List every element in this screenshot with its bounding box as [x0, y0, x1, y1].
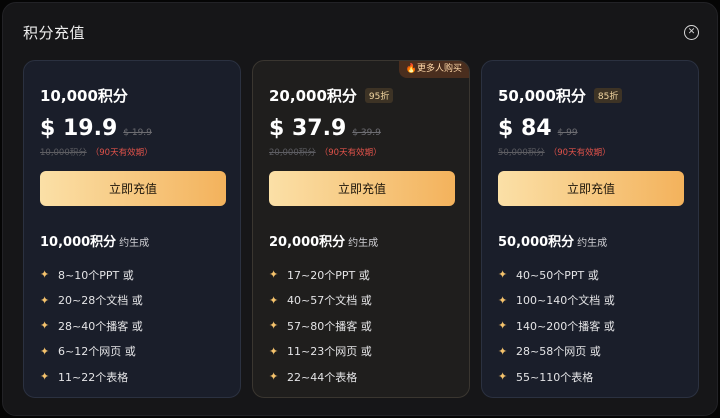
- plan-points-title: 50,000积分: [498, 87, 586, 105]
- recharge-dialog: 积分充值 ✕ 10,000积分 $ 19.9 $ 19.9 10,000积分 （…: [2, 2, 718, 416]
- feature-item: ✦ 28~40个播客 或: [40, 313, 143, 339]
- sparkle-icon: ✦: [40, 319, 50, 333]
- gen-points: 20,000积分: [269, 235, 346, 250]
- gen-suffix: 约生成: [577, 238, 608, 249]
- price-row: $ 19.9 $ 19.9: [40, 116, 152, 141]
- feature-item: ✦ 40~50个PPT 或: [498, 262, 615, 288]
- discount-badge: 95折: [364, 88, 394, 103]
- feature-item: ✦ 28~58个网页 或: [498, 339, 615, 365]
- sparkle-icon: ✦: [498, 344, 508, 358]
- feature-text: 40~57个文档 或: [287, 294, 372, 308]
- points-strike: 20,000积分: [269, 148, 316, 158]
- feature-item: ✦ 8~10个PPT 或: [40, 262, 143, 288]
- generate-estimate: 50,000积分 约生成: [498, 231, 607, 250]
- feature-item: ✦ 55~110个表格: [498, 364, 615, 390]
- plan-points-title: 10,000积分: [40, 87, 128, 105]
- discount-badge: 85折: [593, 88, 623, 103]
- gen-points: 50,000积分: [498, 235, 575, 250]
- recharge-button[interactable]: 立即充值: [269, 171, 455, 206]
- feature-item: ✦ 17~20个PPT 或: [269, 262, 372, 288]
- feature-item: ✦ 57~80个播客 或: [269, 313, 372, 339]
- plan-price: $ 37.9: [269, 116, 347, 141]
- plan-title: 50,000积分 85折: [498, 85, 623, 106]
- feature-text: 28~58个网页 或: [516, 345, 601, 359]
- sparkle-icon: ✦: [269, 370, 279, 384]
- plan-card-50000: 50,000积分 85折 $ 84 $ 99 50,000积分 （90天有效期）…: [481, 60, 699, 398]
- feature-text: 20~28个文档 或: [58, 294, 143, 308]
- feature-list: ✦ 40~50个PPT 或 ✦ 100~140个文档 或 ✦ 140~200个播客 或…: [498, 262, 615, 390]
- recharge-button[interactable]: 立即充值: [40, 171, 226, 206]
- sparkle-icon: ✦: [498, 268, 508, 282]
- plan-title: 10,000积分: [40, 85, 128, 106]
- plan-price: $ 84: [498, 116, 552, 141]
- validity-note: （90天有效期）: [548, 148, 611, 158]
- close-icon: ✕: [687, 26, 696, 37]
- points-validity-row: 20,000积分 （90天有效期）: [269, 146, 382, 158]
- feature-text: 40~50个PPT 或: [516, 268, 599, 282]
- price-row: $ 84 $ 99: [498, 116, 578, 141]
- feature-item: ✦ 100~140个文档 或: [498, 288, 615, 314]
- feature-item: ✦ 20~28个文档 或: [40, 288, 143, 314]
- validity-note: （90天有效期）: [90, 148, 153, 158]
- gen-suffix: 约生成: [348, 238, 379, 249]
- points-strike: 50,000积分: [498, 148, 545, 158]
- generate-estimate: 20,000积分 约生成: [269, 231, 378, 250]
- feature-text: 22~44个表格: [287, 370, 358, 384]
- sparkle-icon: ✦: [40, 268, 50, 282]
- feature-list: ✦ 17~20个PPT 或 ✦ 40~57个文档 或 ✦ 57~80个播客 或 ✦ 11…: [269, 262, 372, 390]
- validity-note: （90天有效期）: [319, 148, 382, 158]
- feature-item: ✦ 40~57个文档 或: [269, 288, 372, 314]
- sparkle-icon: ✦: [269, 319, 279, 333]
- plan-points-title: 20,000积分: [269, 87, 357, 105]
- sparkle-icon: ✦: [269, 268, 279, 282]
- feature-text: 57~80个播客 或: [287, 319, 372, 333]
- recharge-button[interactable]: 立即充值: [498, 171, 684, 206]
- feature-text: 55~110个表格: [516, 370, 594, 384]
- feature-text: 100~140个文档 或: [516, 294, 615, 308]
- popular-tag: 🔥更多人购买: [398, 61, 469, 78]
- plan-card-20000: 🔥更多人购买 20,000积分 95折 $ 37.9 $ 39.9 20,000…: [252, 60, 470, 398]
- price-row: $ 37.9 $ 39.9: [269, 116, 381, 141]
- feature-text: 11~22个表格: [58, 370, 129, 384]
- close-button[interactable]: ✕: [684, 25, 699, 40]
- sparkle-icon: ✦: [498, 370, 508, 384]
- dialog-title: 积分充值: [23, 24, 86, 42]
- gen-suffix: 约生成: [119, 238, 150, 249]
- original-price: $ 99: [557, 128, 578, 138]
- sparkle-icon: ✦: [498, 319, 508, 333]
- plan-price: $ 19.9: [40, 116, 118, 141]
- points-validity-row: 10,000积分 （90天有效期）: [40, 146, 153, 158]
- sparkle-icon: ✦: [40, 370, 50, 384]
- feature-text: 28~40个播客 或: [58, 319, 143, 333]
- original-price: $ 39.9: [352, 128, 381, 138]
- points-validity-row: 50,000积分 （90天有效期）: [498, 146, 611, 158]
- sparkle-icon: ✦: [40, 344, 50, 358]
- feature-text: 140~200个播客 或: [516, 319, 615, 333]
- sparkle-icon: ✦: [269, 344, 279, 358]
- plan-title: 20,000积分 95折: [269, 85, 394, 106]
- feature-item: ✦ 6~12个网页 或: [40, 339, 143, 365]
- feature-list: ✦ 8~10个PPT 或 ✦ 20~28个文档 或 ✦ 28~40个播客 或 ✦ 6~1…: [40, 262, 143, 390]
- feature-text: 8~10个PPT 或: [58, 268, 134, 282]
- original-price: $ 19.9: [123, 128, 152, 138]
- feature-item: ✦ 11~22个表格: [40, 364, 143, 390]
- gen-points: 10,000积分: [40, 235, 117, 250]
- sparkle-icon: ✦: [498, 293, 508, 307]
- plan-card-10000: 10,000积分 $ 19.9 $ 19.9 10,000积分 （90天有效期）…: [23, 60, 241, 398]
- sparkle-icon: ✦: [269, 293, 279, 307]
- feature-item: ✦ 11~23个网页 或: [269, 339, 372, 365]
- points-strike: 10,000积分: [40, 148, 87, 158]
- feature-text: 17~20个PPT 或: [287, 268, 370, 282]
- feature-item: ✦ 22~44个表格: [269, 364, 372, 390]
- feature-text: 6~12个网页 或: [58, 345, 136, 359]
- feature-item: ✦ 140~200个播客 或: [498, 313, 615, 339]
- sparkle-icon: ✦: [40, 293, 50, 307]
- generate-estimate: 10,000积分 约生成: [40, 231, 149, 250]
- feature-text: 11~23个网页 或: [287, 345, 372, 359]
